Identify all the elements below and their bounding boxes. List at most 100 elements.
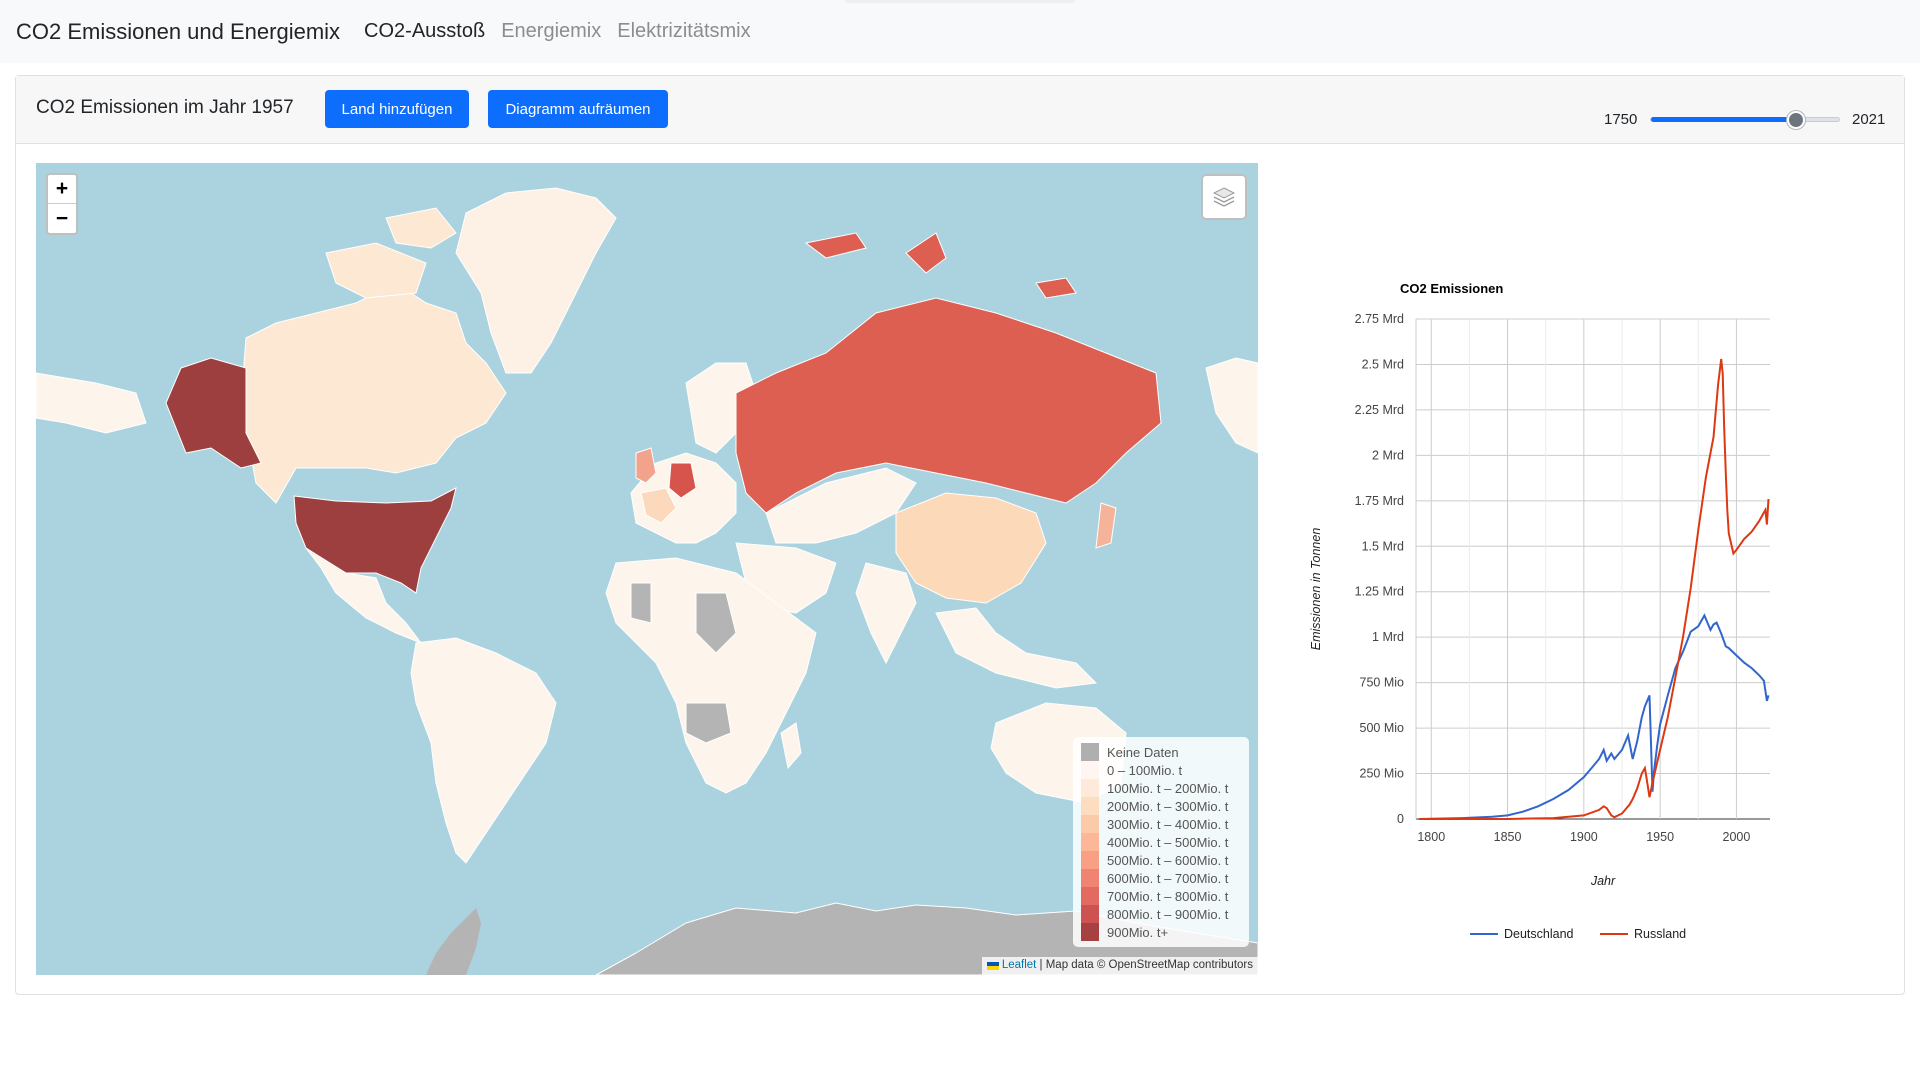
legend-swatch — [1081, 887, 1099, 905]
nav-link-co2[interactable]: CO2-Ausstoß — [364, 20, 485, 43]
navbar-brand[interactable]: CO2 Emissionen und Energiemix — [16, 19, 340, 45]
country-russia-far-west-echo[interactable] — [36, 372, 147, 434]
country-south-america[interactable] — [410, 637, 557, 864]
legend-label: 200Mio. t – 300Mio. t — [1107, 798, 1229, 814]
x-tick-label: 1800 — [1417, 830, 1445, 844]
legend-item: 700Mio. t – 800Mio. t — [1081, 887, 1241, 905]
country-southeast-asia[interactable] — [935, 607, 1098, 689]
country-russia-arctic-islands[interactable] — [804, 232, 1077, 299]
y-tick-label: 2.5 Mrd — [1362, 357, 1404, 371]
y-tick-label: 1.75 Mrd — [1355, 494, 1404, 508]
legend-item: 300Mio. t – 400Mio. t — [1081, 815, 1241, 833]
y-tick-label: 1 Mrd — [1372, 630, 1404, 644]
leaflet-link[interactable]: Leaflet — [1002, 959, 1037, 971]
zoom-out-button[interactable]: − — [48, 204, 76, 233]
y-axis-label: Emissionen in Tonnen — [1309, 528, 1323, 651]
legend-label: 800Mio. t – 900Mio. t — [1107, 906, 1229, 922]
zoom-in-button[interactable]: + — [48, 175, 76, 204]
legend-swatch — [1081, 797, 1099, 815]
legend-label: 400Mio. t – 500Mio. t — [1107, 834, 1229, 850]
legend-item: 900Mio. t+ — [1081, 923, 1241, 941]
country-madagascar[interactable] — [780, 722, 802, 770]
x-tick-label: 2000 — [1723, 830, 1751, 844]
legend-item: Keine Daten — [1081, 743, 1241, 761]
legend-swatch — [1081, 815, 1099, 833]
top-navbar: CO2 Emissionen und Energiemix CO2-Aussto… — [0, 0, 1920, 63]
country-russia[interactable] — [735, 297, 1162, 514]
ukraine-flag-icon — [986, 961, 999, 970]
y-tick-label: 2.25 Mrd — [1355, 403, 1404, 417]
legend-label-russland: Russland — [1634, 927, 1686, 941]
legend-swatch — [1081, 851, 1099, 869]
card-header: CO2 Emissionen im Jahr 1957 Land hinzufü… — [16, 76, 1904, 144]
legend-swatch — [1081, 779, 1099, 797]
co2-line-chart: CO2 Emissionen 0 250 Mio 500 Mio 750 Mio 1 Mr… — [1309, 281, 1770, 941]
x-tick-label: 1900 — [1570, 830, 1598, 844]
country-usa-alaska-east[interactable] — [1205, 357, 1258, 454]
legend-swatch — [1081, 869, 1099, 887]
year-slider-min-label: 1750 — [1604, 111, 1638, 128]
legend-swatch — [1081, 743, 1099, 761]
country-canada[interactable] — [240, 282, 507, 504]
legend-label: Keine Daten — [1107, 744, 1179, 760]
y-tick-label: 2.75 Mrd — [1355, 312, 1404, 326]
y-tick-label: 750 Mio — [1360, 676, 1405, 690]
legend-label-deutschland: Deutschland — [1504, 927, 1574, 941]
legend-item: 200Mio. t – 300Mio. t — [1081, 797, 1241, 815]
series-line-deutschland — [1419, 613, 1770, 820]
country-china[interactable] — [895, 492, 1047, 604]
legend-swatch — [1081, 833, 1099, 851]
layers-icon — [1212, 187, 1236, 207]
legend-item: 400Mio. t – 500Mio. t — [1081, 833, 1241, 851]
clear-chart-button[interactable]: Diagramm aufräumen — [488, 90, 668, 128]
country-japan[interactable] — [1095, 502, 1117, 549]
year-slider-max-label: 2021 — [1852, 111, 1886, 128]
chart-title: CO2 Emissionen — [1400, 281, 1503, 296]
year-slider[interactable] — [1650, 111, 1840, 129]
x-tick-label: 1950 — [1646, 830, 1674, 844]
nav-link-elektrizitaetsmix[interactable]: Elektrizitätsmix — [617, 20, 750, 43]
legend-label: 500Mio. t – 600Mio. t — [1107, 852, 1229, 868]
world-map[interactable]: + − Keine Daten 0 – 100Mio. t 100Mio. t – … — [36, 163, 1258, 975]
x-tick-label: 1850 — [1494, 830, 1522, 844]
country-usa[interactable] — [293, 487, 457, 594]
series-line-russland — [1419, 358, 1770, 820]
year-slider-thumb[interactable] — [1787, 111, 1806, 129]
legend-item: 600Mio. t – 700Mio. t — [1081, 869, 1241, 887]
y-tick-label: 1.5 Mrd — [1362, 539, 1404, 553]
top-edge-tab — [845, 0, 1075, 3]
legend-item: 800Mio. t – 900Mio. t — [1081, 905, 1241, 923]
legend-label: 600Mio. t – 700Mio. t — [1107, 870, 1229, 886]
nav-link-energiemix[interactable]: Energiemix — [501, 20, 601, 43]
y-tick-label: 2 Mrd — [1372, 448, 1404, 462]
layers-control[interactable] — [1201, 174, 1247, 220]
country-greenland[interactable] — [455, 187, 617, 374]
legend-swatch — [1081, 761, 1099, 779]
legend-item: 100Mio. t – 200Mio. t — [1081, 779, 1241, 797]
legend-label: 900Mio. t+ — [1107, 924, 1169, 940]
legend-label: 100Mio. t – 200Mio. t — [1107, 780, 1229, 796]
country-canada-islands[interactable] — [325, 207, 457, 299]
legend-label: 0 – 100Mio. t — [1107, 762, 1183, 778]
y-tick-label: 1.25 Mrd — [1355, 585, 1404, 599]
x-axis-label: Jahr — [1590, 874, 1616, 888]
country-india[interactable] — [855, 562, 917, 665]
attribution-text: | Map data © OpenStreetMap contributors — [1036, 959, 1253, 971]
legend-item: 0 – 100Mio. t — [1081, 761, 1241, 779]
legend-label: 300Mio. t – 400Mio. t — [1107, 816, 1229, 832]
country-africa-nodata-west[interactable] — [630, 582, 652, 624]
y-tick-label: 250 Mio — [1360, 767, 1405, 781]
country-antarctica-peninsula[interactable] — [426, 908, 481, 975]
legend-swatch — [1081, 905, 1099, 923]
page-title: CO2 Emissionen im Jahr 1957 — [36, 97, 294, 118]
legend-label: 700Mio. t – 800Mio. t — [1107, 888, 1229, 904]
year-slider-fill — [1651, 117, 1797, 122]
map-attribution: Leaflet | Map data © OpenStreetMap contr… — [981, 957, 1258, 975]
map-legend: Keine Daten 0 – 100Mio. t 100Mio. t – 200M… — [1073, 737, 1249, 947]
legend-swatch — [1081, 923, 1099, 941]
legend-item: 500Mio. t – 600Mio. t — [1081, 851, 1241, 869]
y-tick-label: 500 Mio — [1360, 721, 1405, 735]
zoom-control: + − — [46, 173, 78, 235]
y-tick-label: 0 — [1397, 812, 1404, 826]
add-country-button[interactable]: Land hinzufügen — [325, 90, 469, 128]
